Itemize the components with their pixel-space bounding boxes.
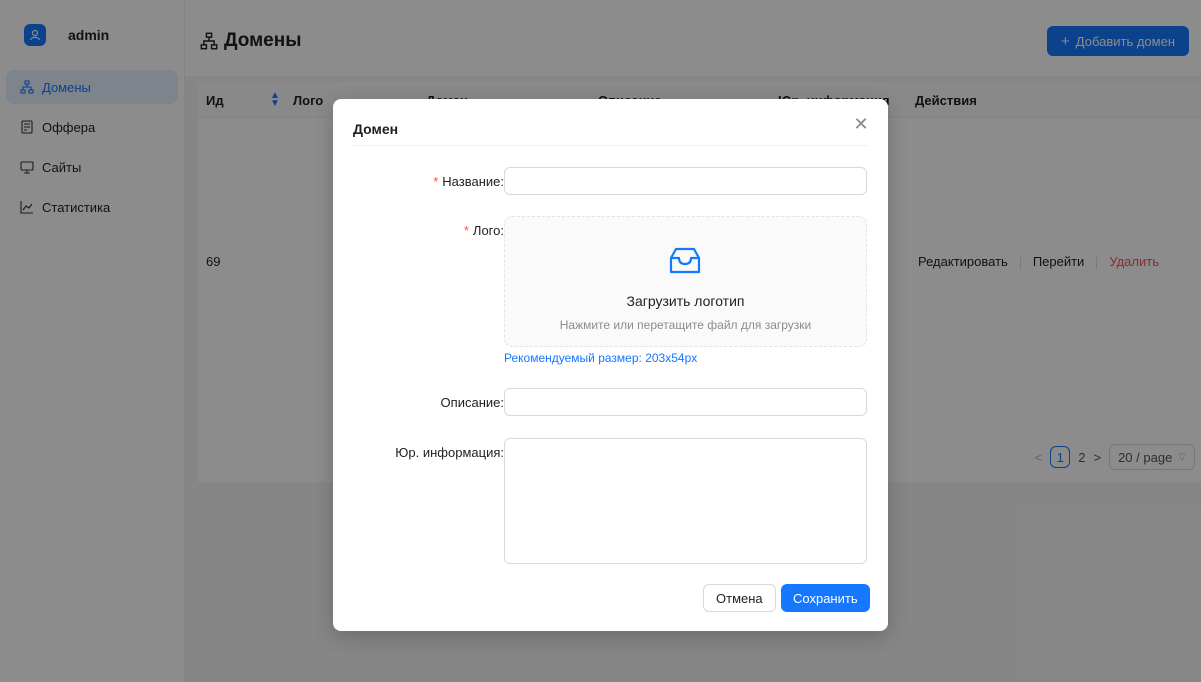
- legal-info-label: Юр. информация:: [395, 445, 504, 460]
- name-label: * Название:: [433, 174, 504, 189]
- legal-info-textarea[interactable]: [504, 438, 867, 564]
- inbox-icon: [665, 245, 705, 277]
- description-label: Описание:: [440, 395, 504, 410]
- logo-label: * Лого:: [463, 223, 504, 238]
- modal-divider: [353, 145, 868, 146]
- domain-modal: Домен ✕ * Название: * Лого: Загрузить лого…: [333, 99, 888, 631]
- description-input[interactable]: [504, 388, 867, 416]
- recommended-size-text: Рекомендуемый размер: 203x54px: [504, 351, 698, 365]
- cancel-button[interactable]: Отмена: [703, 584, 776, 612]
- upload-hint: Нажмите или перетащите файл для загрузки: [559, 318, 812, 332]
- name-input[interactable]: [504, 167, 867, 195]
- modal-title: Домен: [353, 121, 399, 137]
- save-button[interactable]: Сохранить: [781, 584, 870, 612]
- logo-upload-dropzone[interactable]: Загрузить логотип Нажмите или перетащите…: [504, 216, 867, 347]
- upload-title: Загрузить логотип: [626, 293, 745, 309]
- close-icon[interactable]: ✕: [852, 115, 870, 133]
